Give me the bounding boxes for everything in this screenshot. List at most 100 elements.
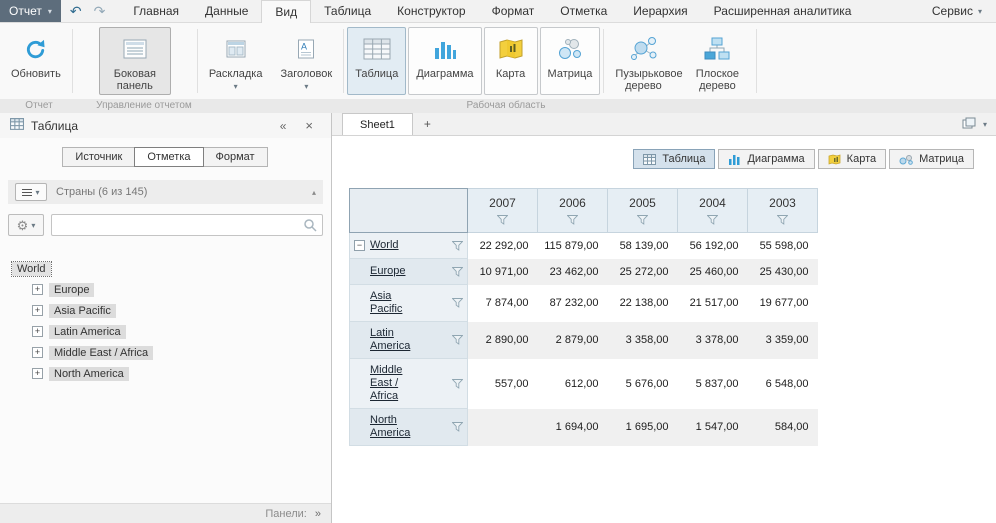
redo-icon[interactable]: ↷ <box>89 3 111 20</box>
expand-icon[interactable]: + <box>32 326 43 337</box>
data-cell[interactable]: 58 139,00 <box>608 233 678 259</box>
sidebar-panel-button[interactable]: Боковая панель <box>99 27 171 95</box>
menu-tab-selection[interactable]: Отметка <box>547 0 620 22</box>
column-header[interactable]: 2007 <box>468 189 538 233</box>
filter-icon[interactable] <box>449 267 463 277</box>
sidebar-tab-source[interactable]: Источник <box>62 147 135 167</box>
column-header[interactable]: 2003 <box>748 189 818 233</box>
view-button-table[interactable]: Таблица <box>633 149 715 169</box>
tree-item-world[interactable]: World <box>12 262 51 276</box>
row-label-link[interactable]: Europe <box>370 265 405 278</box>
menu-tab-home[interactable]: Главная <box>120 0 192 22</box>
tree-item[interactable]: Europe <box>49 283 94 297</box>
data-cell[interactable]: 6 548,00 <box>748 359 818 409</box>
row-label-link[interactable]: Latin America <box>370 327 426 353</box>
windows-icon[interactable] <box>962 117 976 132</box>
row-label-link[interactable]: Asia Pacific <box>370 290 426 316</box>
menu-tab-table[interactable]: Таблица <box>311 0 384 22</box>
sidebar-tab-selection[interactable]: Отметка <box>134 147 203 167</box>
view-button-chart[interactable]: Диаграмма <box>718 149 814 169</box>
close-icon[interactable]: × <box>299 118 319 133</box>
filter-icon[interactable] <box>449 241 463 251</box>
data-cell[interactable]: 3 378,00 <box>678 322 748 359</box>
filter-icon[interactable] <box>468 214 537 228</box>
row-label-link[interactable]: World <box>370 239 399 252</box>
data-cell[interactable]: 22 138,00 <box>608 285 678 322</box>
menu-tab-advanced-analytics[interactable]: Расширенная аналитика <box>701 0 865 22</box>
collapse-icon[interactable]: − <box>354 240 365 251</box>
layout-button[interactable]: Раскладка ▾ <box>201 27 271 95</box>
menu-tab-format[interactable]: Формат <box>479 0 548 22</box>
filter-icon[interactable] <box>678 214 747 228</box>
filter-icon[interactable] <box>449 379 463 389</box>
data-cell[interactable]: 19 677,00 <box>748 285 818 322</box>
menu-tab-constructor[interactable]: Конструктор <box>384 0 478 22</box>
data-cell[interactable]: 1 547,00 <box>678 409 748 446</box>
data-cell[interactable]: 5 837,00 <box>678 359 748 409</box>
data-cell[interactable]: 115 879,00 <box>538 233 608 259</box>
dimension-menu-button[interactable]: ▾ <box>15 183 47 201</box>
row-label-link[interactable]: Middle East / Africa <box>370 364 426 403</box>
undo-icon[interactable]: ↶ <box>65 3 87 20</box>
data-cell[interactable]: 2 890,00 <box>468 322 538 359</box>
data-cell[interactable]: 557,00 <box>468 359 538 409</box>
tree-item[interactable]: North America <box>49 367 129 381</box>
search-input[interactable] <box>51 214 323 236</box>
service-menu-button[interactable]: Сервис ▾ <box>918 0 996 22</box>
data-cell[interactable]: 7 874,00 <box>468 285 538 322</box>
data-cell[interactable]: 22 292,00 <box>468 233 538 259</box>
map-view-button[interactable]: Карта <box>484 27 538 95</box>
filter-icon[interactable] <box>538 214 607 228</box>
data-cell[interactable]: 23 462,00 <box>538 259 608 285</box>
data-cell[interactable]: 584,00 <box>748 409 818 446</box>
data-cell[interactable]: 25 272,00 <box>608 259 678 285</box>
data-cell[interactable]: 612,00 <box>538 359 608 409</box>
data-cell[interactable] <box>468 409 538 446</box>
data-cell[interactable]: 3 359,00 <box>748 322 818 359</box>
sheet-tab[interactable]: Sheet1 <box>342 113 413 135</box>
data-cell[interactable]: 25 460,00 <box>678 259 748 285</box>
expand-icon[interactable]: + <box>32 368 43 379</box>
tree-item[interactable]: Asia Pacific <box>49 304 116 318</box>
view-button-map[interactable]: Карта <box>818 149 886 169</box>
tree-item[interactable]: Latin America <box>49 325 126 339</box>
filter-icon[interactable] <box>449 335 463 345</box>
data-cell[interactable]: 2 879,00 <box>538 322 608 359</box>
title-button[interactable]: A Заголовок ▾ <box>272 27 340 95</box>
data-cell[interactable]: 3 358,00 <box>608 322 678 359</box>
table-corner-cell[interactable] <box>350 189 468 233</box>
add-sheet-button[interactable]: + <box>413 113 442 135</box>
refresh-button[interactable]: Обновить <box>3 27 69 95</box>
chevron-right-icon[interactable]: » <box>315 508 321 520</box>
expand-icon[interactable]: + <box>32 305 43 316</box>
expand-icon[interactable]: + <box>32 284 43 295</box>
column-header[interactable]: 2004 <box>678 189 748 233</box>
filter-icon[interactable] <box>449 422 463 432</box>
flat-tree-button[interactable]: Плоское дерево <box>681 27 753 95</box>
menu-tab-view[interactable]: Вид <box>261 0 311 23</box>
chart-view-button[interactable]: Диаграмма <box>408 27 481 95</box>
tree-item[interactable]: Middle East / Africa <box>49 346 153 360</box>
bubble-tree-button[interactable]: Пузырьковое дерево <box>607 27 679 95</box>
data-cell[interactable]: 21 517,00 <box>678 285 748 322</box>
row-label-link[interactable]: North America <box>370 414 426 440</box>
matrix-view-button[interactable]: Матрица <box>540 27 601 95</box>
collapse-panel-icon[interactable]: « <box>274 119 293 133</box>
data-cell[interactable]: 25 430,00 <box>748 259 818 285</box>
filter-icon[interactable] <box>449 298 463 308</box>
view-button-matrix[interactable]: Матрица <box>889 149 974 169</box>
column-header[interactable]: 2005 <box>608 189 678 233</box>
report-menu-button[interactable]: Отчет ▾ <box>0 0 61 22</box>
collapse-section-icon[interactable]: ▴ <box>312 188 316 197</box>
settings-button[interactable]: ⚙ ▾ <box>8 214 44 236</box>
data-cell[interactable]: 87 232,00 <box>538 285 608 322</box>
table-view-button[interactable]: Таблица <box>347 27 406 95</box>
data-cell[interactable]: 56 192,00 <box>678 233 748 259</box>
data-cell[interactable]: 5 676,00 <box>608 359 678 409</box>
expand-icon[interactable]: + <box>32 347 43 358</box>
chevron-down-icon[interactable]: ▾ <box>983 120 987 129</box>
menu-tab-hierarchy[interactable]: Иерархия <box>620 0 700 22</box>
menu-tab-data[interactable]: Данные <box>192 0 261 22</box>
data-cell[interactable]: 1 694,00 <box>538 409 608 446</box>
data-cell[interactable]: 10 971,00 <box>468 259 538 285</box>
